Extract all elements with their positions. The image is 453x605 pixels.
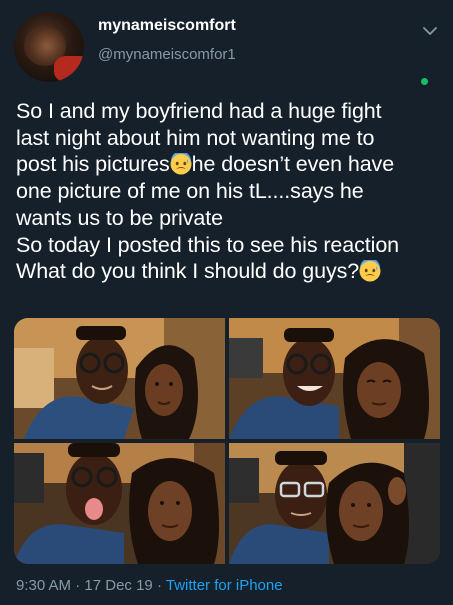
chevron-down-icon[interactable] [421,22,439,40]
photo-3[interactable] [14,443,225,564]
tweet-text-fragment: post his pictures [16,152,170,177]
tweet-line: What do you think I should do guys? [16,258,446,285]
user-handle[interactable]: @mynameiscomfor1 [98,46,236,63]
tweet-source-link[interactable]: Twitter for iPhone [166,577,283,594]
avatar-clothing [54,56,84,82]
tweet-line: wants us to be private [16,205,223,230]
tweet-line: post his pictures he doesn’t even have [16,151,446,178]
meta-separator: · [156,577,162,594]
tweet-metadata: 9:30 AM · 17 Dec 19 · Twitter for iPhone [16,577,283,594]
avatar[interactable] [14,12,84,82]
tweet-date[interactable]: 17 Dec 19 [84,577,152,594]
tweet: mynameiscomfort @mynameiscomfor1 So I an… [0,0,453,605]
tweet-text-fragment: What do you think I should do guys? [16,259,360,284]
photo-4[interactable] [229,443,440,564]
anxious-face-emoji-icon [359,260,381,282]
anxious-face-emoji-icon [170,153,192,175]
tweet-line: last night about him not wanting me to [16,125,375,150]
tweet-line: So today I posted this to see his reacti… [16,232,400,257]
photo-2[interactable] [229,318,440,439]
display-name[interactable]: mynameiscomfort [98,17,236,35]
photo-grid [14,318,440,564]
online-status-dot [421,78,428,85]
tweet-text-fragment: he doesn’t even have [191,152,395,177]
tweet-time[interactable]: 9:30 AM [16,577,71,594]
tweet-line: So I and my boyfriend had a huge fight [16,99,382,123]
photo-1[interactable] [14,318,225,439]
meta-separator: · [75,577,81,594]
tweet-text: So I and my boyfriend had a huge fight l… [16,98,446,285]
tweet-line: one picture of me on his tL....says he [16,179,364,204]
